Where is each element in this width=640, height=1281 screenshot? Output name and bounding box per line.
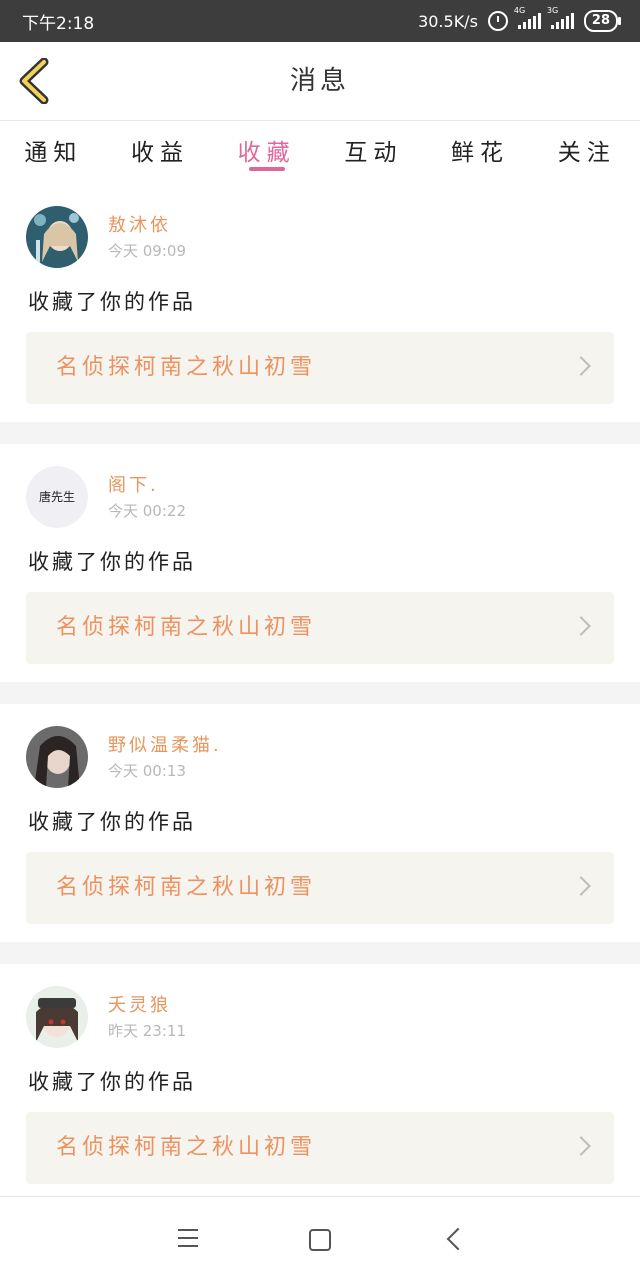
work-title: 名侦探柯南之秋山初雪 <box>56 875 317 900</box>
username[interactable]: 夭灵狼 <box>108 991 171 1017</box>
tab-label: 鲜花 <box>451 140 510 166</box>
avatar-text: 唐先生 <box>26 466 88 528</box>
avatar[interactable] <box>26 726 88 788</box>
timestamp: 今天 00:22 <box>108 502 186 520</box>
alarm-icon <box>487 11 508 31</box>
system-back-button[interactable] <box>414 1197 494 1281</box>
list-item: 唐先生 阁下. 今天 00:22 收藏了你的作品 名侦探柯南之秋山初雪 <box>0 444 640 682</box>
work-link[interactable]: 名侦探柯南之秋山初雪 <box>26 592 614 664</box>
tab-interactions[interactable]: 互动 <box>320 121 427 177</box>
message-text: 收藏了你的作品 <box>28 810 196 834</box>
tab-notifications[interactable]: 通知 <box>0 121 107 177</box>
chevron-right-icon <box>571 876 591 896</box>
username[interactable]: 野似温柔猫. <box>108 731 222 757</box>
network-speed: 30.5K/s <box>418 11 478 31</box>
chevron-right-icon <box>571 356 591 376</box>
recent-apps-button[interactable] <box>148 1197 228 1281</box>
divider <box>0 682 640 704</box>
list-item: 敖沐依 今天 09:09 收藏了你的作品 名侦探柯南之秋山初雪 <box>0 184 640 422</box>
message-list: 敖沐依 今天 09:09 收藏了你的作品 名侦探柯南之秋山初雪 唐先生 阁下. … <box>0 184 640 1202</box>
tab-earnings[interactable]: 收益 <box>107 121 214 177</box>
list-item: 野似温柔猫. 今天 00:13 收藏了你的作品 名侦探柯南之秋山初雪 <box>0 704 640 942</box>
divider <box>0 422 640 444</box>
status-icons: 30.5K/s 4G 3G 28 <box>418 6 622 32</box>
tab-follows[interactable]: 关注 <box>533 121 640 177</box>
username[interactable]: 阁下. <box>108 471 159 497</box>
tab-label: 互动 <box>344 140 403 166</box>
signal-type-label: 4G <box>513 6 526 15</box>
work-link[interactable]: 名侦探柯南之秋山初雪 <box>26 1112 614 1184</box>
chevron-right-icon <box>571 616 591 636</box>
battery-indicator: 28 <box>583 10 622 32</box>
timestamp: 今天 00:13 <box>108 762 186 780</box>
signal-icon: 4G <box>514 6 541 29</box>
tab-flowers[interactable]: 鲜花 <box>427 121 534 177</box>
chevron-right-icon <box>571 1136 591 1156</box>
work-link[interactable]: 名侦探柯南之秋山初雪 <box>26 332 614 404</box>
work-title: 名侦探柯南之秋山初雪 <box>56 1135 317 1160</box>
work-title: 名侦探柯南之秋山初雪 <box>56 355 317 380</box>
page-title: 消息 <box>289 66 350 96</box>
tab-label: 收藏 <box>237 140 296 166</box>
system-nav-bar <box>0 1196 640 1281</box>
timestamp: 昨天 23:11 <box>108 1022 186 1040</box>
app-header: 消息 <box>0 42 640 121</box>
work-link[interactable]: 名侦探柯南之秋山初雪 <box>26 852 614 924</box>
tab-label: 关注 <box>557 140 616 166</box>
tab-favorites[interactable]: 收藏 <box>213 121 320 177</box>
avatar[interactable] <box>26 986 88 1048</box>
avatar-image <box>26 986 88 1048</box>
work-title: 名侦探柯南之秋山初雪 <box>56 615 317 640</box>
avatar-image <box>26 206 88 268</box>
divider <box>0 942 640 964</box>
message-text: 收藏了你的作品 <box>28 290 196 314</box>
signal-icon-2: 3G <box>547 6 574 29</box>
status-time: 下午2:18 <box>22 13 95 34</box>
avatar[interactable]: 唐先生 <box>26 466 88 528</box>
home-button[interactable] <box>280 1197 360 1281</box>
tab-label: 收益 <box>131 140 189 166</box>
back-chevron-icon <box>446 1227 470 1251</box>
menu-icon <box>178 1229 198 1253</box>
signal-type-label-2: 3G <box>546 6 559 15</box>
status-bar: 下午2:18 30.5K/s 4G 3G 28 <box>0 0 640 42</box>
message-text: 收藏了你的作品 <box>28 550 196 574</box>
tab-bar: 通知 收益 收藏 互动 鲜花 关注 <box>0 121 640 177</box>
username[interactable]: 敖沐依 <box>108 211 171 237</box>
home-square-icon <box>309 1229 331 1251</box>
list-item: 夭灵狼 昨天 23:11 收藏了你的作品 名侦探柯南之秋山初雪 <box>0 964 640 1202</box>
message-text: 收藏了你的作品 <box>28 1070 196 1094</box>
tab-label: 通知 <box>24 140 83 166</box>
avatar[interactable] <box>26 206 88 268</box>
avatar-image <box>26 726 88 788</box>
timestamp: 今天 09:09 <box>108 242 186 260</box>
active-tab-indicator <box>248 167 285 171</box>
